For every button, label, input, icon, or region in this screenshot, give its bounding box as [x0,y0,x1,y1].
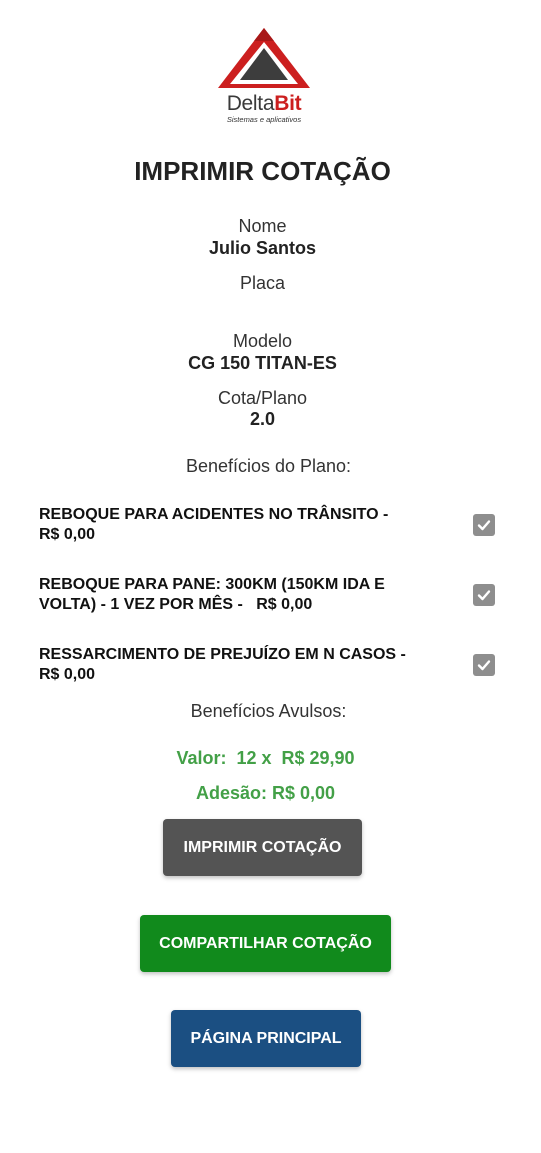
share-quote-button[interactable]: COMPARTILHAR COTAÇÃO [140,915,391,972]
page-title: IMPRIMIR COTAÇÃO [134,156,391,186]
logo-word-bit: Bit [274,92,302,115]
check-icon [477,660,491,671]
benefit-item-reboque-acidentes: REBOQUE PARA ACIDENTES NO TRÂNSITO - R$ … [39,505,419,545]
logo-tagline: Sistemas e aplicativos [226,115,302,124]
benefit-text-line: REBOQUE PARA PANE: 300KM (150KM IDA E [39,576,385,593]
nome-value: Julio Santos [208,238,316,258]
beneficios-avulsos-label: Benefícios Avulsos: [190,701,347,721]
cota-plano-label: Cota/Plano [217,388,308,408]
placa-label: Placa [239,273,286,293]
home-page-button[interactable]: PÁGINA PRINCIPAL [171,1010,361,1067]
modelo-value: CG 150 TITAN-ES [188,353,337,373]
benefit-item-reboque-pane: REBOQUE PARA PANE: 300KM (150KM IDA E VO… [39,575,419,615]
delta-triangle-icon [218,28,310,88]
benefit-price-line: R$ 0,00 [39,666,96,683]
benefit-price-line: R$ 0,00 [39,526,96,543]
logo-word-delta: Delta [226,92,275,115]
benefit-checkbox[interactable] [473,514,495,536]
cota-plano-value: 2.0 [249,409,276,429]
benefit-checkbox[interactable] [473,654,495,676]
benefit-text-line: RESSARCIMENTO DE PREJUÍZO EM N CASOS - [39,646,406,663]
benefit-item-ressarcimento: RESSARCIMENTO DE PREJUÍZO EM N CASOS - R… [39,645,419,685]
adesao-text: Adesão: R$ 0,00 [195,783,336,803]
check-icon [477,520,491,531]
benefit-price-line: VOLTA) - 1 VEZ POR MÊS - R$ 0,00 [39,596,313,613]
logo-wordmark: DeltaBit [214,92,314,116]
modelo-label: Modelo [232,331,293,351]
nome-label: Nome [238,216,287,236]
check-icon [477,590,491,601]
valor-text: Valor: 12 x R$ 29,90 [176,748,355,768]
benefit-checkbox[interactable] [473,584,495,606]
benefit-text-line: REBOQUE PARA ACIDENTES NO TRÂNSITO - [39,506,389,523]
print-quote-button[interactable]: IMPRIMIR COTAÇÃO [163,819,362,876]
beneficios-plano-label: Benefícios do Plano: [185,456,352,476]
deltabit-logo: DeltaBit Sistemas e aplicativos [214,26,314,128]
